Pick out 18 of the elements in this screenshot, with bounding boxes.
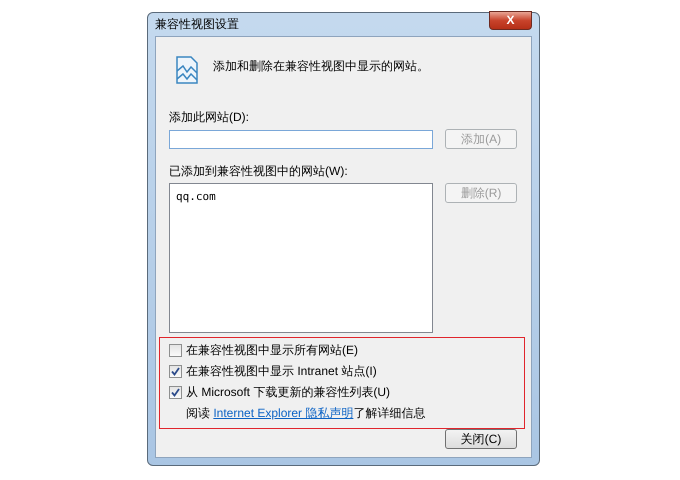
field-label: 添加此网站(D):	[169, 109, 250, 126]
website-list-item[interactable]: qq.com	[176, 190, 426, 203]
checkbox[interactable]	[169, 365, 182, 378]
option-label: 从 Microsoft 下载更新的兼容性列表(U)	[186, 384, 390, 401]
close-button[interactable]: X	[489, 10, 532, 30]
window-title: 兼容性视图设置	[155, 16, 239, 33]
privacy-note: 阅读 Internet Explorer 隐私声明了解详细信息	[186, 405, 426, 422]
privacy-link[interactable]: Internet Explorer 隐私声明	[213, 406, 354, 420]
option-label: 在兼容性视图中显示 Intranet 站点(I)	[186, 363, 377, 380]
intro-text: 添加和删除在兼容性视图中显示的网站。	[213, 58, 429, 75]
website-input-field[interactable]	[169, 130, 434, 148]
website-list[interactable]: qq.com	[169, 183, 434, 333]
broken-image-icon	[175, 55, 199, 85]
close-dialog-button[interactable]: 关闭(C)	[445, 429, 517, 449]
checkbox[interactable]	[169, 344, 182, 357]
checkbox[interactable]	[169, 386, 182, 399]
option-label: 在兼容性视图中显示所有网站(E)	[186, 342, 358, 359]
list-label: 已添加到兼容性视图中的网站(W):	[169, 163, 349, 180]
